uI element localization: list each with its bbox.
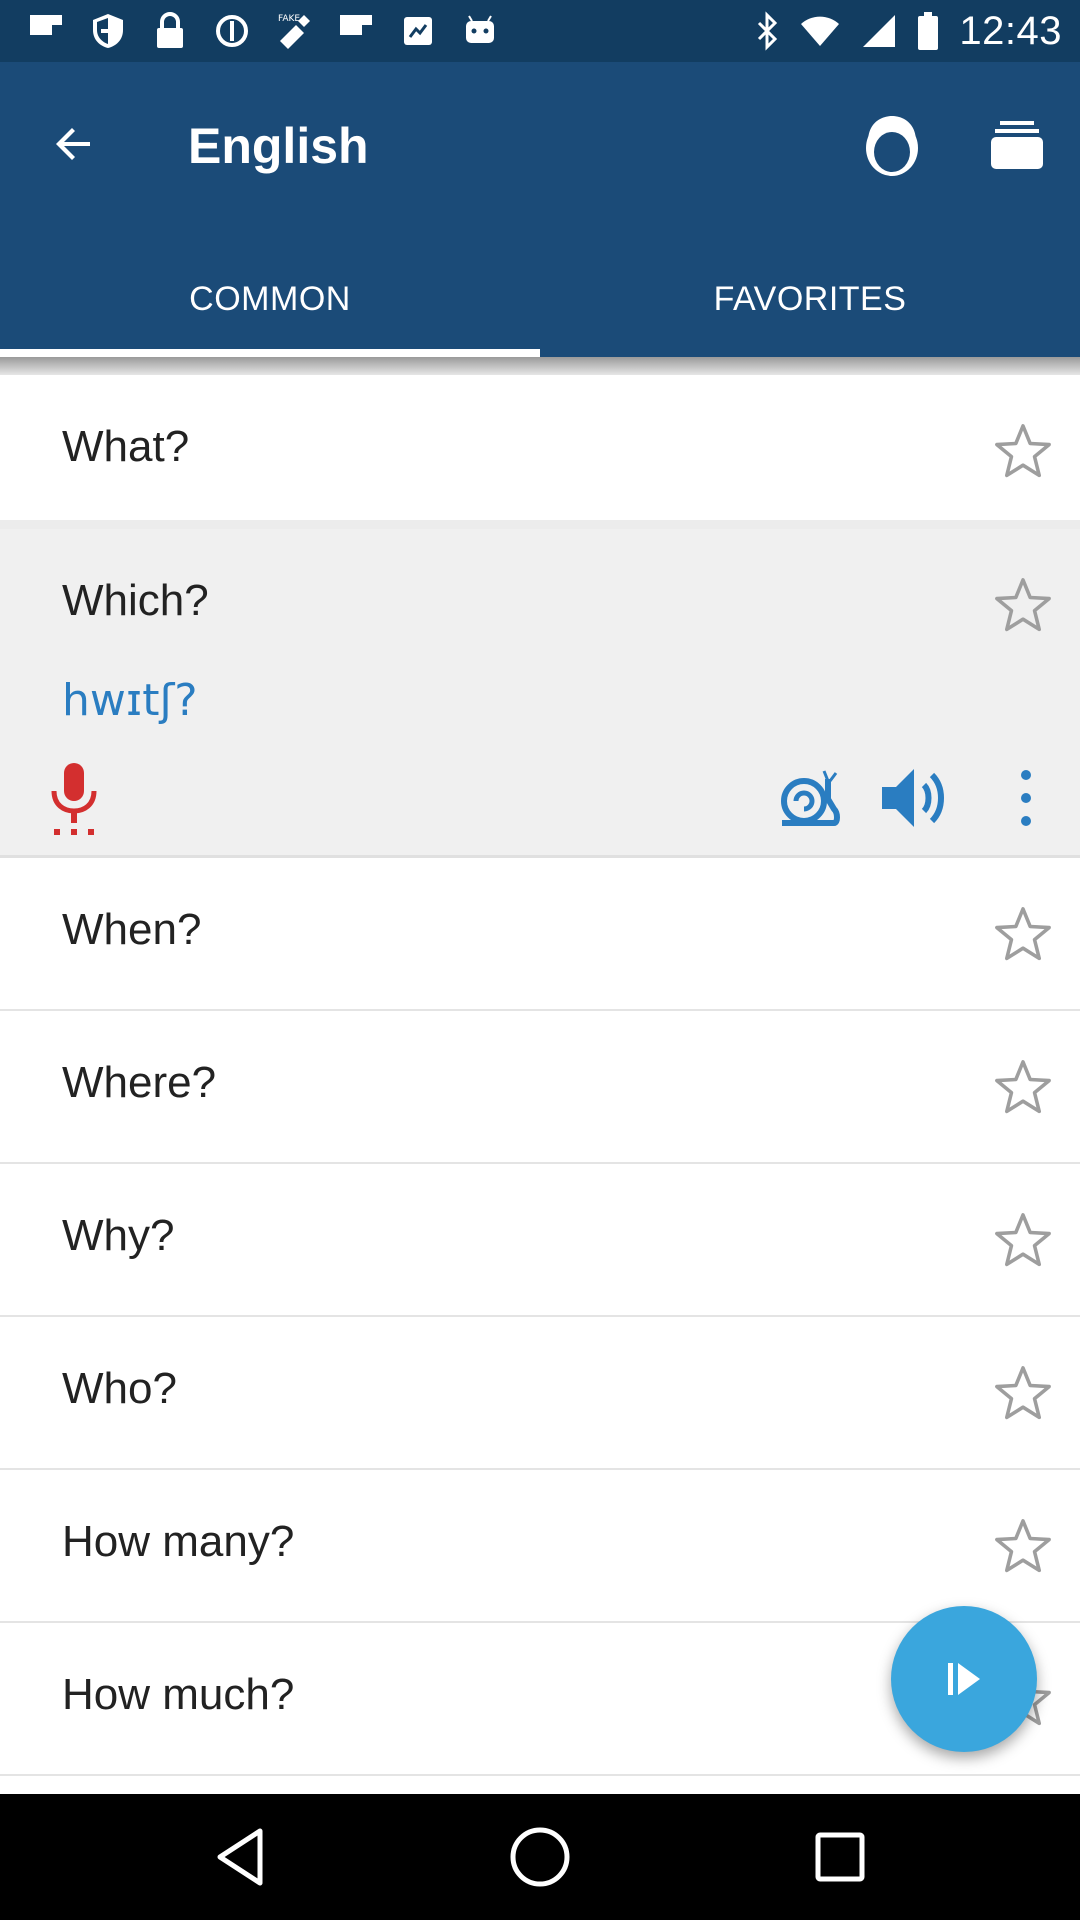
star-icon[interactable]: [990, 419, 1056, 485]
nav-home-button[interactable]: [500, 1817, 580, 1897]
app-bar: English COMMON FAVORITES: [0, 62, 1080, 357]
play-all-button[interactable]: [891, 1606, 1037, 1752]
tab-common-label: COMMON: [189, 280, 351, 318]
list-item[interactable]: Where?: [0, 1011, 1080, 1164]
phrase-text: Which?: [62, 576, 209, 625]
shield-icon: [88, 11, 128, 51]
tab-favorites[interactable]: FAVORITES: [540, 242, 1080, 357]
phrase-text: How many?: [62, 1517, 295, 1566]
arrow-back-icon: [56, 128, 90, 160]
phrase-list: What? Which? hwɪtʃ? When? Where? Why? Wh…: [0, 375, 1080, 1776]
nav-back-icon: [217, 1828, 263, 1886]
star-icon[interactable]: [990, 1361, 1056, 1427]
back-button[interactable]: [42, 112, 106, 176]
phrase-text: When?: [62, 905, 202, 954]
tab-indicator: [0, 349, 540, 357]
status-time: 12:43: [959, 8, 1062, 53]
phrase-text: Why?: [62, 1211, 175, 1260]
star-icon[interactable]: [990, 573, 1056, 639]
layers-icon: [991, 121, 1043, 169]
speaker-icon[interactable]: [880, 765, 952, 831]
fake-gps-icon: FAKE: [274, 11, 314, 51]
flipboard-icon: [26, 11, 66, 51]
page-title: English: [188, 118, 369, 174]
status-left-icons: FAKE: [26, 10, 500, 52]
list-item[interactable]: When?: [0, 858, 1080, 1011]
list-item-expanded[interactable]: Which? hwɪtʃ?: [0, 529, 1080, 858]
categories-button[interactable]: [984, 100, 1050, 190]
system-navigation-bar: [0, 1794, 1080, 1920]
phonetic-transcription: hwɪtʃ?: [62, 675, 198, 726]
phrase-text: Where?: [62, 1058, 217, 1107]
nav-home-icon: [510, 1827, 570, 1887]
android-icon: [460, 11, 500, 51]
list-item[interactable]: How many?: [0, 1470, 1080, 1623]
battery-icon: [918, 12, 939, 50]
status-right-icons: 12:43: [755, 8, 1062, 54]
microphone-icon[interactable]: [46, 761, 102, 837]
flipboard-icon: [336, 11, 376, 51]
bluetooth-icon: [758, 11, 778, 51]
play-icon: [948, 1663, 980, 1695]
list-item[interactable]: Why?: [0, 1164, 1080, 1317]
face-icon: [866, 116, 918, 176]
profile-button[interactable]: [856, 100, 928, 190]
signal-icon: [863, 15, 896, 47]
star-icon[interactable]: [990, 1514, 1056, 1580]
sync-icon: [212, 11, 252, 51]
lock-icon: [150, 11, 190, 51]
star-icon[interactable]: [990, 902, 1056, 968]
tab-favorites-label: FAVORITES: [713, 280, 907, 318]
flag-icon: [398, 11, 438, 51]
nav-back-button[interactable]: [200, 1817, 280, 1897]
tab-shadow: [0, 357, 1080, 375]
phrase-text: Who?: [62, 1364, 177, 1413]
wifi-icon: [801, 16, 840, 46]
more-options-icon[interactable]: [1008, 765, 1044, 831]
phrase-text: How much?: [62, 1670, 295, 1719]
list-item[interactable]: Who?: [0, 1317, 1080, 1470]
star-icon[interactable]: [990, 1055, 1056, 1121]
phrase-text: What?: [62, 422, 190, 471]
star-icon[interactable]: [990, 1208, 1056, 1274]
snail-icon[interactable]: [778, 769, 840, 827]
svg-text:FAKE: FAKE: [278, 14, 300, 24]
status-bar: FAKE 12:43: [0, 0, 1080, 62]
tab-common[interactable]: COMMON: [0, 242, 540, 357]
nav-recents-icon: [815, 1832, 865, 1882]
tab-bar: COMMON FAVORITES: [0, 242, 1080, 357]
nav-recents-button[interactable]: [800, 1817, 880, 1897]
list-item[interactable]: What?: [0, 375, 1080, 529]
